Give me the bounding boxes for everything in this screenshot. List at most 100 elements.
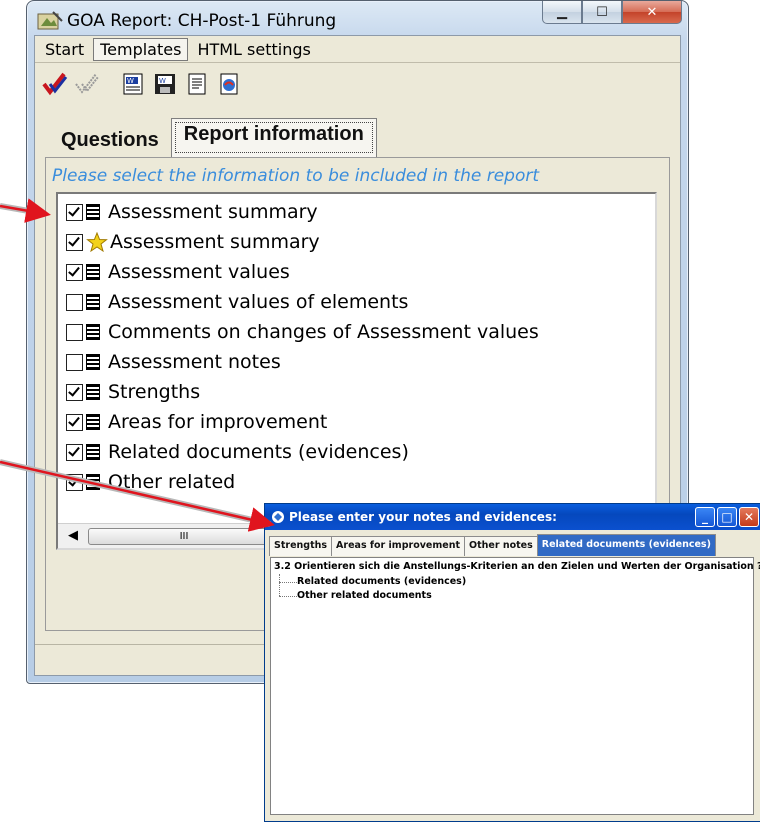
document-icon	[86, 264, 100, 280]
star-icon	[86, 232, 108, 252]
document-icon	[86, 324, 100, 340]
tab-areas-for-improvement[interactable]: Areas for improvement	[331, 536, 466, 556]
text-doc-button[interactable]	[183, 70, 211, 98]
list-item[interactable]: Assessment summary	[66, 228, 320, 256]
list-item[interactable]: Strengths	[66, 378, 200, 406]
tree-connector	[279, 574, 280, 596]
document-icon	[86, 294, 100, 310]
minimize-icon: _	[702, 510, 708, 524]
dialog-title: Please enter your notes and evidences:	[289, 510, 557, 524]
tree-item-related-documents[interactable]: Related documents (evidences)	[297, 576, 466, 587]
item-label: Other related	[108, 471, 236, 493]
minimize-button[interactable]: ▁	[542, 1, 582, 24]
maximize-icon: □	[721, 510, 733, 524]
item-checkbox[interactable]	[66, 203, 83, 221]
report-items-list[interactable]: Assessment summary Assessment summary As…	[56, 192, 657, 550]
item-checkbox[interactable]	[66, 263, 83, 281]
window-title: GOA Report: CH-Post-1 Führung	[67, 11, 337, 31]
list-item[interactable]: Other related	[66, 468, 235, 496]
dialog-tabs: Strengths Areas for improvement Other no…	[269, 534, 716, 556]
dialog-minimize-button[interactable]: _	[695, 507, 715, 527]
tree-root-question[interactable]: 3.2 Orientieren sich die Anstellungs-Kri…	[274, 561, 760, 572]
item-checkbox[interactable]	[66, 353, 83, 371]
item-label: Related documents (evidences)	[108, 441, 409, 463]
uncheck-all-icon	[75, 73, 99, 94]
tree-item-other-related-documents[interactable]: Other related documents	[297, 590, 432, 601]
item-label: Areas for improvement	[108, 411, 328, 433]
uncheck-all-button[interactable]	[73, 70, 101, 98]
word-save-button[interactable]: W	[151, 70, 179, 98]
maximize-button[interactable]: ☐	[582, 1, 622, 24]
document-icon	[86, 414, 100, 430]
hint-text: Please select the information to be incl…	[52, 166, 540, 186]
document-icon	[86, 444, 100, 460]
dialog-close-button[interactable]: ✕	[739, 507, 759, 527]
menu-html-settings[interactable]: HTML settings	[191, 39, 316, 60]
item-label: Assessment summary	[108, 201, 318, 223]
tab-strengths[interactable]: Strengths	[269, 536, 333, 556]
close-icon: ✕	[743, 510, 755, 524]
item-label: Assessment notes	[108, 351, 281, 373]
item-checkbox[interactable]	[66, 473, 83, 491]
maximize-icon: ☐	[596, 4, 608, 20]
app-icon	[37, 11, 63, 30]
document-icon	[86, 474, 100, 490]
word-save-icon: W	[155, 74, 175, 94]
list-item[interactable]: Assessment values of elements	[66, 288, 408, 316]
notes-dialog: Please enter your notes and evidences: _…	[264, 503, 760, 822]
list-item[interactable]: Assessment values	[66, 258, 290, 286]
html-export-icon	[220, 73, 238, 95]
tab-report-information[interactable]: Report information	[170, 118, 377, 157]
caption-buttons: ▁ ☐ ✕	[542, 1, 682, 25]
list-item[interactable]: Areas for improvement	[66, 408, 327, 436]
text-doc-icon	[188, 73, 206, 95]
scroll-grip-icon: III	[179, 531, 189, 542]
menu-start[interactable]: Start	[39, 39, 90, 60]
close-icon: ✕	[646, 4, 658, 20]
check-all-button[interactable]	[41, 70, 69, 98]
tree-connector	[279, 582, 297, 583]
dialog-app-icon	[272, 511, 284, 523]
item-label: Assessment values of elements	[108, 291, 409, 313]
title-bar[interactable]: GOA Report: CH-Post-1 Führung ▁ ☐ ✕	[27, 1, 688, 35]
word-doc-button[interactable]: W	[119, 70, 147, 98]
item-label: Assessment summary	[110, 231, 320, 253]
word-doc-icon: W	[123, 73, 143, 95]
scroll-thumb[interactable]: III	[88, 528, 280, 545]
list-item[interactable]: Assessment summary	[66, 198, 318, 226]
item-checkbox[interactable]	[66, 413, 83, 431]
svg-text:W: W	[127, 77, 134, 85]
item-checkbox[interactable]	[66, 233, 83, 251]
svg-text:W: W	[159, 77, 166, 85]
main-tabs: Questions Report information	[49, 118, 377, 157]
dialog-maximize-button[interactable]: □	[717, 507, 737, 527]
document-icon	[86, 204, 100, 220]
item-checkbox[interactable]	[66, 323, 83, 341]
list-item[interactable]: Assessment notes	[66, 348, 281, 376]
menu-templates[interactable]: Templates	[93, 37, 189, 61]
documents-tree[interactable]: 3.2 Orientieren sich die Anstellungs-Kri…	[270, 557, 760, 815]
list-item[interactable]: Related documents (evidences)	[66, 438, 409, 466]
item-label: Strengths	[108, 381, 201, 403]
tab-other-notes[interactable]: Other notes	[464, 536, 538, 556]
document-icon	[86, 354, 100, 370]
tab-questions[interactable]: Questions	[49, 125, 171, 156]
scroll-left-icon[interactable]: ◀	[68, 528, 78, 543]
tab-related-documents[interactable]: Related documents (evidences)	[536, 534, 716, 556]
dialog-title-bar[interactable]: Please enter your notes and evidences: _…	[265, 504, 760, 530]
tree-connector	[279, 596, 297, 597]
item-checkbox[interactable]	[66, 293, 83, 311]
item-label: Assessment values	[108, 261, 290, 283]
item-checkbox[interactable]	[66, 383, 83, 401]
html-export-button[interactable]	[215, 70, 243, 98]
document-icon	[86, 384, 100, 400]
dialog-caption-buttons: _ □ ✕	[695, 507, 759, 527]
menu-bar: Start Templates HTML settings	[35, 36, 680, 63]
list-item[interactable]: Comments on changes of Assessment values	[66, 318, 539, 346]
item-label: Comments on changes of Assessment values	[108, 321, 539, 343]
close-button[interactable]: ✕	[622, 1, 682, 24]
check-all-icon	[42, 72, 68, 96]
toolbar: W W	[35, 66, 680, 102]
item-checkbox[interactable]	[66, 443, 83, 461]
minimize-icon: ▁	[557, 4, 567, 20]
